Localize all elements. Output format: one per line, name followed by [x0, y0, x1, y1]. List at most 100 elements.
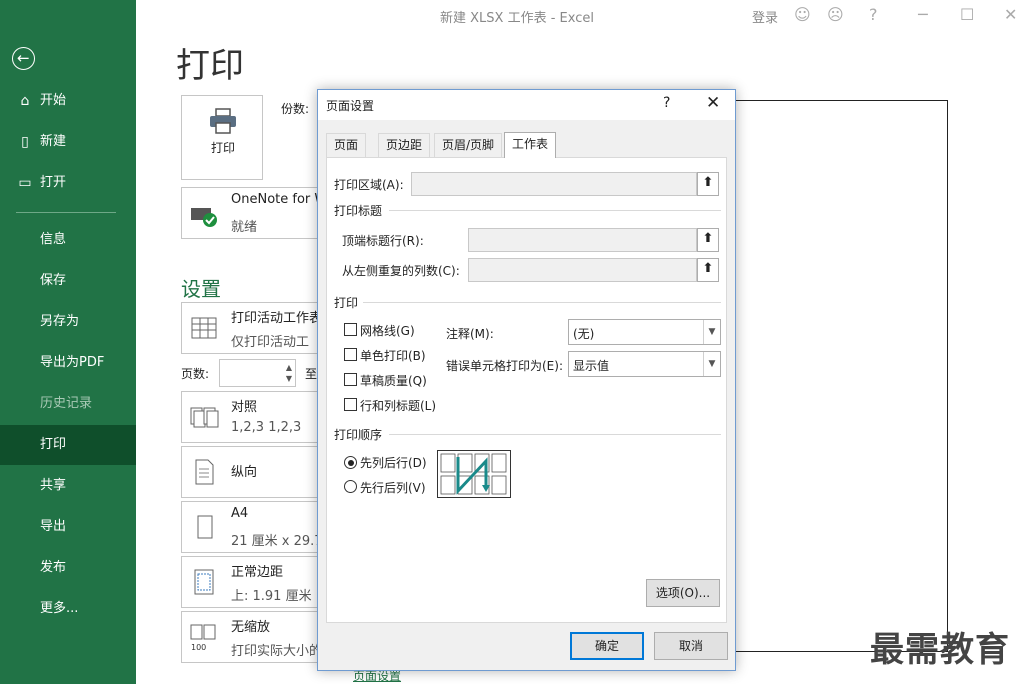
row-col-headings-checkbox[interactable]: [344, 398, 357, 411]
cancel-button[interactable]: 取消: [654, 632, 728, 660]
sidebar-item-history[interactable]: 历史记录: [0, 384, 136, 424]
margins-desc: 上: 1.91 厘米: [231, 589, 312, 604]
new-document-icon: ▯: [21, 134, 29, 150]
collate-select[interactable]: 对照 1,2,3 1,2,3: [181, 391, 321, 443]
sidebar-item-new[interactable]: ▯ 新建: [0, 122, 136, 162]
black-white-label[interactable]: 单色打印(B): [360, 347, 426, 364]
collate-icon: [190, 407, 219, 428]
margins-select[interactable]: 正常边距 上: 1.91 厘米: [181, 556, 321, 608]
options-button[interactable]: 选项(O)...: [646, 579, 720, 607]
print-preview: [736, 100, 948, 652]
tab-sheet[interactable]: 工作表: [504, 132, 557, 158]
sidebar-item-print[interactable]: 打印: [0, 425, 136, 465]
cell-errors-select[interactable]: 显示值 ▼: [568, 351, 721, 377]
comments-select[interactable]: (无) ▼: [568, 319, 721, 345]
orientation-select[interactable]: 纵向: [181, 446, 321, 498]
settings-heading: 设置: [181, 277, 221, 301]
printer-ready-icon: [191, 208, 217, 227]
tab-margins[interactable]: 页边距: [378, 133, 431, 157]
sidebar-item-save[interactable]: 保存: [0, 261, 136, 301]
rows-repeat-collapse-button[interactable]: ⬆: [697, 228, 719, 252]
help-icon[interactable]: ?: [869, 5, 878, 24]
margins-icon: [194, 569, 214, 595]
print-titles-label: 打印标题: [334, 204, 383, 218]
pages-label: 页数:: [181, 367, 210, 381]
draft-quality-checkbox[interactable]: [344, 373, 357, 386]
sidebar-item-open[interactable]: ▭ 打开: [0, 163, 136, 203]
back-button[interactable]: ←: [12, 47, 35, 70]
tab-page[interactable]: 页面: [326, 133, 367, 157]
gridlines-checkbox[interactable]: [344, 323, 357, 336]
cols-repeat-collapse-button[interactable]: ⬆: [697, 258, 719, 282]
print-what-select[interactable]: 打印活动工作表 仅打印活动工: [181, 302, 321, 354]
pages-to-label: 至: [305, 367, 318, 381]
backstage-sidebar: ← ⌂ 开始 ▯ 新建 ▭ 打开 信息 保存 另存为 导出为PDF 历史记录 打印 共…: [0, 0, 136, 684]
rows-repeat-input[interactable]: [468, 228, 697, 252]
row-col-headings-label[interactable]: 行和列标题(L): [360, 397, 436, 414]
login-link[interactable]: 登录: [752, 7, 778, 26]
sidebar-item-home[interactable]: ⌂ 开始: [0, 81, 136, 121]
collapse-arrow-icon: ⬆: [702, 175, 714, 190]
sidebar-item-info[interactable]: 信息: [0, 220, 136, 260]
collate-label: 对照: [231, 400, 258, 415]
scaling-desc: 打印实际大小的: [231, 644, 321, 659]
print-group-separator: [363, 302, 721, 303]
sidebar-item-more[interactable]: 更多...: [0, 589, 136, 629]
dialog-close-icon[interactable]: ✕: [706, 93, 720, 113]
paper-size-label: A4: [231, 506, 249, 521]
dialog-help-icon[interactable]: ?: [663, 95, 670, 111]
cell-errors-label: 错误单元格打印为(E):: [446, 359, 563, 373]
orientation-label: 纵向: [231, 465, 258, 480]
dialog-title-bar: 页面设置 ? ✕: [318, 90, 735, 120]
print-area-label: 打印区域(A):: [334, 178, 404, 192]
title-bar: 新建 XLSX 工作表 - Excel 登录 ☺ ☹ ? ─ ☐ ✕: [136, 0, 1022, 30]
frown-feedback-icon[interactable]: ☹: [827, 5, 844, 24]
scaling-label: 无缩放: [231, 620, 271, 635]
black-white-checkbox[interactable]: [344, 348, 357, 361]
back-arrow-icon: ←: [17, 49, 30, 67]
scaling-select[interactable]: 100 无缩放 打印实际大小的: [181, 611, 321, 663]
paper-size-select[interactable]: A4 21 厘米 x 29.7: [181, 501, 321, 553]
gridlines-label[interactable]: 网格线(G): [360, 322, 415, 339]
maximize-icon[interactable]: ☐: [960, 5, 974, 24]
over-then-down-radio[interactable]: [344, 480, 357, 493]
page-order-preview-icon: [437, 450, 511, 498]
down-then-over-label[interactable]: 先列后行(D): [360, 454, 427, 471]
print-group-label: 打印: [334, 296, 359, 310]
margins-label: 正常边距: [231, 565, 284, 580]
print-button-label: 打印: [210, 141, 235, 155]
sidebar-item-publish[interactable]: 发布: [0, 548, 136, 588]
pages-from-input[interactable]: ▲ ▼: [219, 359, 296, 387]
ok-button[interactable]: 确定: [570, 632, 644, 660]
tab-header-footer[interactable]: 页眉/页脚: [434, 133, 503, 157]
folder-icon: ▭: [18, 175, 32, 191]
cols-repeat-input[interactable]: [468, 258, 697, 282]
cols-repeat-label: 从左侧重复的列数(C):: [342, 264, 460, 278]
smile-feedback-icon[interactable]: ☺: [794, 5, 811, 24]
down-then-over-radio[interactable]: [344, 456, 357, 469]
print-button[interactable]: 打印: [181, 95, 263, 180]
chevron-down-icon: ▼: [703, 320, 720, 344]
close-window-icon[interactable]: ✕: [1004, 5, 1017, 24]
sidebar-item-share[interactable]: 共享: [0, 466, 136, 506]
collapse-arrow-icon: ⬆: [702, 261, 714, 276]
sidebar-item-export-pdf[interactable]: 导出为PDF: [0, 343, 136, 383]
chevron-down-icon: ▼: [703, 352, 720, 376]
sidebar-divider: [16, 212, 116, 213]
print-what-desc: 仅打印活动工: [231, 335, 310, 350]
collapse-arrow-icon: ⬆: [702, 231, 714, 246]
print-titles-separator: [389, 210, 721, 211]
print-area-input[interactable]: [411, 172, 697, 196]
minimize-icon[interactable]: ─: [918, 5, 928, 24]
sidebar-item-export[interactable]: 导出: [0, 507, 136, 547]
collate-desc: 1,2,3 1,2,3: [231, 420, 302, 435]
comments-label: 注释(M):: [446, 327, 494, 341]
rows-repeat-label: 顶端标题行(R):: [342, 234, 424, 248]
printer-select[interactable]: OneNote for W 就绪: [181, 187, 321, 239]
draft-quality-label[interactable]: 草稿质量(Q): [360, 372, 427, 389]
sidebar-item-save-as[interactable]: 另存为: [0, 302, 136, 342]
pages-spinner[interactable]: ▲ ▼: [286, 362, 292, 384]
paper-icon: [197, 515, 213, 539]
over-then-down-label[interactable]: 先行后列(V): [360, 479, 426, 496]
print-area-collapse-button[interactable]: ⬆: [697, 172, 719, 196]
